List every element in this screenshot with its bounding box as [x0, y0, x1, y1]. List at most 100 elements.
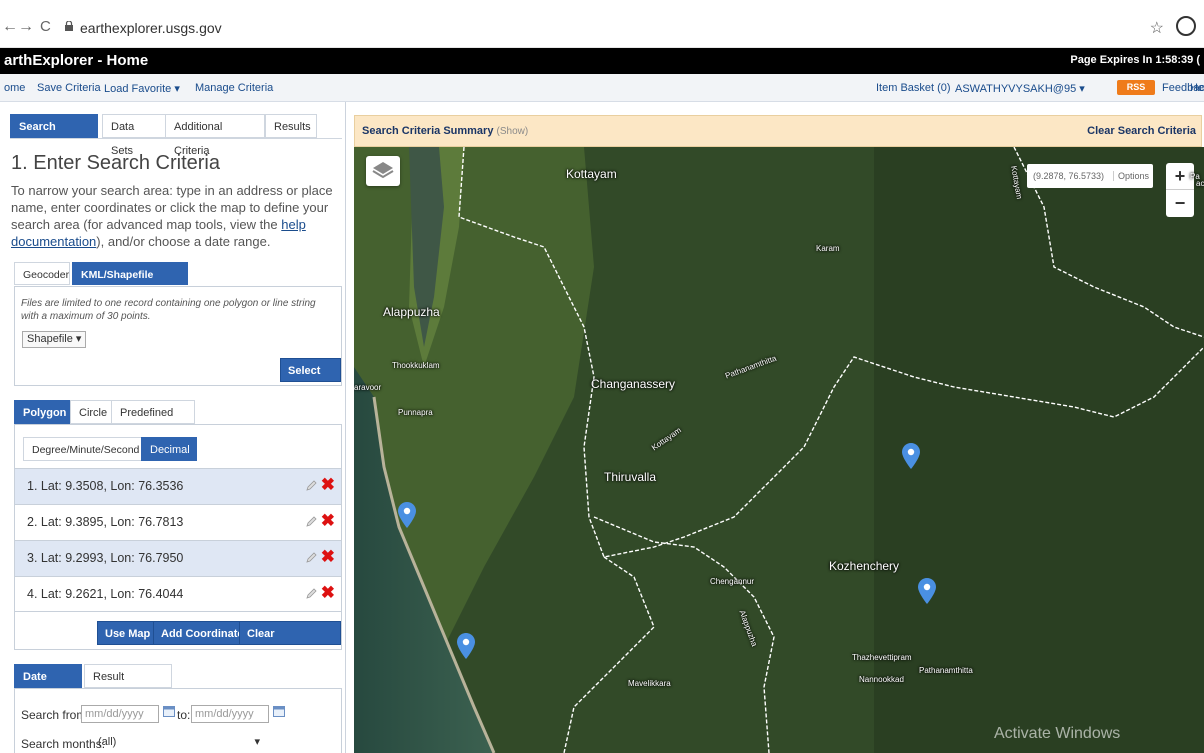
place-label: Changanassery: [591, 377, 676, 391]
place-label: aravoor: [354, 383, 382, 392]
months-select[interactable]: (all) ▾: [95, 733, 265, 751]
upload-panel: Files are limited to one record containi…: [14, 286, 342, 401]
profile-icon[interactable]: [1176, 16, 1196, 36]
add-coordinate-button[interactable]: Add Coordinate: [153, 621, 252, 645]
summary-show-link[interactable]: (Show): [497, 126, 529, 137]
back-icon[interactable]: ←: [2, 18, 18, 36]
coordinate-row: 1. Lat: 9.3508, Lon: 76.3536 ✖: [15, 468, 341, 504]
layers-icon: [372, 162, 394, 179]
search-from-label: Search from:: [21, 708, 90, 722]
menu-manage-criteria[interactable]: Manage Criteria: [195, 82, 273, 94]
clear-search-criteria-link[interactable]: Clear Search Criteria: [1087, 125, 1196, 137]
tab-degree-minute-second[interactable]: Degree/Minute/Second: [23, 437, 143, 461]
date-to-input[interactable]: mm/dd/yyyy: [191, 705, 269, 723]
address-bar[interactable]: earthexplorer.usgs.gov: [80, 20, 222, 36]
bookmark-star-icon[interactable]: ☆: [1150, 18, 1164, 38]
edit-icon[interactable]: [305, 552, 317, 564]
dropdown-arrow-icon: ▾: [254, 736, 260, 748]
browser-toolbar: ← → C earthexplorer.usgs.gov ☆: [0, 0, 1204, 48]
coordinate-text: 3. Lat: 9.2993, Lon: 76.7950: [27, 551, 184, 565]
coordinate-text: 4. Lat: 9.2621, Lon: 76.4044: [27, 587, 184, 601]
delete-icon[interactable]: ✖: [321, 476, 335, 494]
rss-icon[interactable]: RSS: [1117, 80, 1155, 95]
map-marker-icon[interactable]: [918, 578, 936, 604]
months-value: (all): [98, 736, 117, 748]
tab-additional-criteria[interactable]: Additional Criteria: [165, 114, 265, 157]
forward-icon[interactable]: →: [18, 18, 34, 36]
place-label: Pathanamthitta: [919, 666, 973, 675]
options-link[interactable]: Options: [1113, 171, 1149, 181]
search-months-label: Search months:: [21, 737, 106, 751]
activate-windows-watermark: Activate Windows: [994, 725, 1121, 742]
map-marker-icon[interactable]: [398, 502, 416, 528]
file-type-select[interactable]: Shapefile ▾: [22, 331, 87, 348]
tab-polygon[interactable]: Polygon: [14, 400, 70, 424]
clear-coordinates-button[interactable]: Clear Coordinates: [239, 621, 341, 664]
calendar-icon[interactable]: [163, 705, 175, 717]
place-label: Thookkuklam: [392, 361, 440, 370]
tab-result-options[interactable]: Result Options: [84, 664, 172, 707]
menu-help[interactable]: He: [1190, 82, 1204, 94]
delete-icon[interactable]: ✖: [321, 584, 335, 602]
app-title-bar: arthExplorer - Home Page Expires In 1:58…: [0, 48, 1204, 74]
calendar-icon[interactable]: [273, 705, 285, 717]
place-label: Nannookkad: [859, 675, 904, 684]
map-marker-icon[interactable]: [457, 633, 475, 659]
page-expires: Page Expires In 1:58:39 (: [1070, 54, 1200, 66]
to-label: to:: [177, 708, 191, 722]
date-range-panel: Search from: mm/dd/yyyy to: mm/dd/yyyy S…: [14, 688, 342, 753]
delete-icon[interactable]: ✖: [321, 512, 335, 530]
edit-icon[interactable]: [305, 516, 317, 528]
reload-icon[interactable]: C: [40, 18, 51, 35]
tab-geocoder[interactable]: Geocoder: [14, 262, 70, 285]
place-label: Kozhenchery: [829, 559, 900, 573]
page-title: arthExplorer - Home: [4, 52, 149, 69]
upload-note: Files are limited to one record containi…: [21, 298, 316, 322]
map-view[interactable]: (9.2878, 76.5733) Options + − Kottayam K…: [354, 147, 1204, 753]
delete-icon[interactable]: ✖: [321, 548, 335, 566]
coordinate-readout: (9.2878, 76.5733) Options: [1027, 164, 1153, 188]
tab-decimal[interactable]: Decimal: [141, 437, 197, 461]
menu-home[interactable]: ome: [4, 82, 25, 94]
coordinate-row: 4. Lat: 9.2621, Lon: 76.4044 ✖: [15, 576, 341, 612]
tab-kml-shapefile-upload[interactable]: KML/Shapefile Upload: [72, 262, 188, 305]
menu-item-basket[interactable]: Item Basket (0): [876, 82, 951, 94]
summary-label: Search Criteria Summary (Show): [362, 125, 528, 137]
place-label: Thiruvalla: [604, 470, 657, 484]
menu-load-favorite[interactable]: Load Favorite ▾: [104, 82, 180, 95]
menu-save-criteria[interactable]: Save Criteria: [37, 82, 101, 94]
description-text-end: ), and/or choose a date range.: [96, 234, 271, 249]
map-marker-icon[interactable]: [902, 443, 920, 469]
polygon-panel: Degree/Minute/Second Decimal 1. Lat: 9.3…: [14, 424, 342, 664]
place-label: Punnapra: [398, 408, 433, 417]
summary-title: Search Criteria Summary: [362, 125, 494, 137]
select-file-button[interactable]: Select File: [280, 358, 341, 401]
tab-circle[interactable]: Circle: [70, 400, 112, 424]
coordinate-text: 2. Lat: 9.3895, Lon: 76.7813: [27, 515, 184, 529]
use-map-button[interactable]: Use Map: [97, 621, 159, 645]
tab-data-sets[interactable]: Data Sets: [102, 114, 166, 157]
tab-date-range[interactable]: Date Range: [14, 664, 82, 707]
tab-predefined-area[interactable]: Predefined Area: [111, 400, 195, 443]
tab-results[interactable]: Results: [265, 114, 317, 138]
menu-bar: ome Save Criteria Load Favorite ▾ Manage…: [0, 74, 1204, 102]
edit-icon[interactable]: [305, 480, 317, 492]
menu-user[interactable]: ASWATHYVYSAKH@95 ▾: [955, 82, 1085, 95]
place-label: Karam: [816, 244, 840, 253]
coordinate-value: (9.2878, 76.5733): [1033, 171, 1105, 181]
place-label: Alappuzha: [383, 305, 440, 319]
zoom-out-button[interactable]: −: [1166, 190, 1194, 217]
section-title: 1. Enter Search Criteria: [11, 152, 220, 174]
date-from-input[interactable]: mm/dd/yyyy: [81, 705, 159, 723]
coordinate-row: 3. Lat: 9.2993, Lon: 76.7950 ✖: [15, 540, 341, 576]
divider: [10, 138, 342, 139]
search-criteria-summary: Search Criteria Summary (Show) Clear Sea…: [354, 115, 1202, 147]
coordinate-row: 2. Lat: 9.3895, Lon: 76.7813 ✖: [15, 504, 341, 540]
lock-icon: [65, 21, 73, 31]
edit-icon[interactable]: [305, 588, 317, 600]
layers-button[interactable]: [366, 156, 400, 186]
place-label: Kottayam: [566, 167, 617, 181]
place-label: Chengannur: [710, 577, 755, 586]
place-label: Mavelikkara: [628, 679, 671, 688]
tab-search-criteria[interactable]: Search Criteria: [10, 114, 98, 157]
